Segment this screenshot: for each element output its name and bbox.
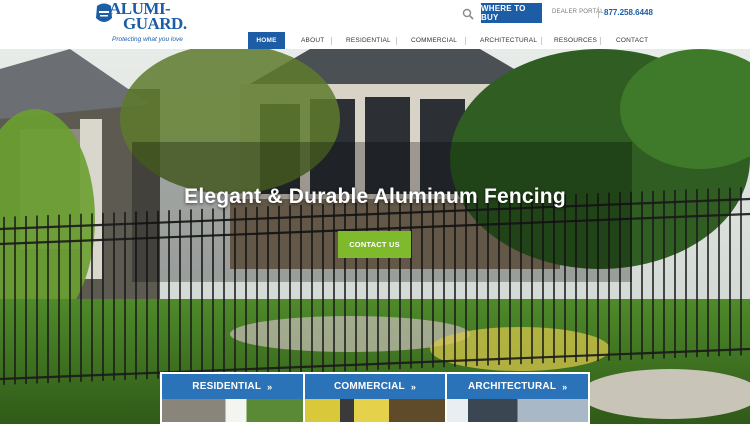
nav-resources[interactable]: RESOURCES xyxy=(554,32,600,49)
dealer-portal-link[interactable]: DEALER PORTAL xyxy=(552,9,604,15)
logo-wordmark: ALUMI- GUARD. xyxy=(109,0,187,33)
card-image xyxy=(447,399,589,422)
phone-link[interactable]: 877.258.6448 xyxy=(604,8,653,17)
card-header: RESIDENTIAL » xyxy=(162,374,303,399)
card-header: COMMERCIAL » xyxy=(304,374,446,399)
nav-contact[interactable]: CONTACT xyxy=(616,32,650,49)
search-icon[interactable] xyxy=(462,8,474,20)
card-label: ARCHITECTURAL xyxy=(467,381,557,392)
double-chevron-icon: » xyxy=(562,381,568,392)
logo[interactable]: ALUMI- GUARD. Protecting what you love xyxy=(93,0,188,46)
hero-banner: Elegant & Durable Aluminum Fencing CONTA… xyxy=(0,49,750,424)
site-header: ALUMI- GUARD. Protecting what you love W… xyxy=(0,0,750,52)
nav-about[interactable]: ABOUT xyxy=(301,32,331,49)
nav-architectural[interactable]: ARCHITECTURAL xyxy=(480,32,541,49)
hero-overlay xyxy=(132,142,632,282)
logo-tagline: Protecting what you love xyxy=(112,36,183,43)
logo-line-2: GUARD. xyxy=(123,14,187,33)
category-cards: RESIDENTIAL » COMMERCIAL » ARCHITECTURAL… xyxy=(160,372,590,424)
nav-home[interactable]: HOME xyxy=(248,32,285,49)
card-image xyxy=(304,399,446,422)
main-nav: HOME ABOUT RESIDENTIAL COMMERCIAL ARCHIT… xyxy=(248,32,650,49)
card-commercial[interactable]: COMMERCIAL » xyxy=(304,374,446,422)
header-divider xyxy=(598,7,599,18)
card-architectural[interactable]: ARCHITECTURAL » xyxy=(447,374,589,422)
card-header: ARCHITECTURAL » xyxy=(447,374,589,399)
card-image xyxy=(162,399,303,422)
hero-headline: Elegant & Durable Aluminum Fencing xyxy=(184,185,566,208)
card-label: RESIDENTIAL xyxy=(192,381,262,392)
double-chevron-icon: » xyxy=(410,381,417,392)
where-to-buy-button[interactable]: WHERE TO BUY xyxy=(481,3,542,23)
double-chevron-icon: » xyxy=(267,381,273,392)
nav-commercial[interactable]: COMMERCIAL xyxy=(411,32,465,49)
nav-residential[interactable]: RESIDENTIAL xyxy=(346,32,396,49)
card-residential[interactable]: RESIDENTIAL » xyxy=(162,374,303,422)
card-label: COMMERCIAL xyxy=(333,381,405,392)
contact-us-button[interactable]: CONTACT US xyxy=(338,231,411,258)
